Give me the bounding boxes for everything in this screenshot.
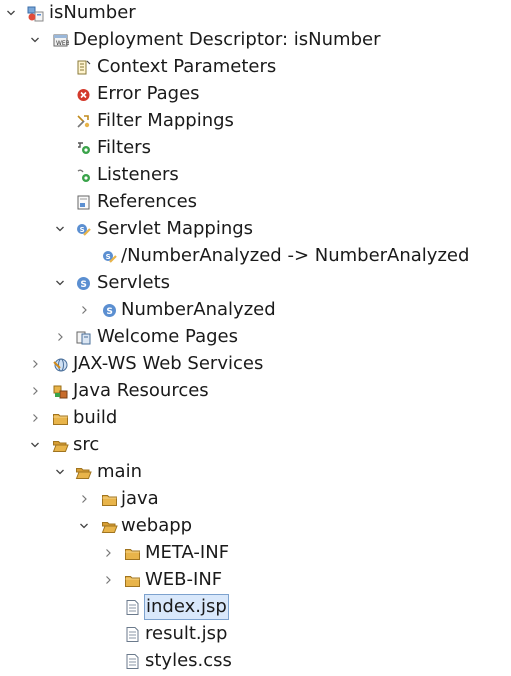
- tree-item[interactable]: result.jsp: [0, 621, 511, 648]
- chevron-down-icon[interactable]: [55, 278, 65, 288]
- tree-item-label: JAX-WS Web Services: [73, 353, 264, 374]
- tree-item-label: Filters: [97, 137, 151, 158]
- servlet-icon: S: [101, 302, 118, 319]
- tree-item[interactable]: Java Resources: [0, 378, 511, 405]
- chevron-right-icon[interactable]: [103, 548, 113, 558]
- context-parameters-icon: [75, 59, 92, 76]
- tree-item-label: styles.css: [145, 650, 232, 671]
- tree-item[interactable]: Filters: [0, 135, 511, 162]
- tree-item[interactable]: Welcome Pages: [0, 324, 511, 351]
- tree-item-label: main: [97, 461, 142, 482]
- tree-item-label: webapp: [121, 515, 193, 536]
- jax-ws-icon: [52, 356, 69, 373]
- css-file-icon: [124, 653, 141, 670]
- folder-open-icon: [52, 437, 69, 454]
- tree-item[interactable]: WEB-INF: [0, 567, 511, 594]
- references-icon: [75, 194, 92, 211]
- chevron-right-icon[interactable]: [79, 305, 89, 315]
- web-project-icon: [27, 5, 44, 22]
- tree-item[interactable]: S /NumberAnalyzed -> NumberAnalyzed: [0, 243, 511, 270]
- project-explorer-tree: isNumber WEB Deployment Descriptor: isNum…: [0, 0, 511, 676]
- tree-item-label: index.jsp: [144, 594, 229, 620]
- tree-item-label: References: [97, 191, 198, 212]
- tree-item[interactable]: Listeners: [0, 162, 511, 189]
- tree-item-label: META-INF: [145, 542, 230, 563]
- svg-text:WEB: WEB: [56, 40, 69, 47]
- tree-item-label: WEB-INF: [145, 569, 223, 590]
- welcome-pages-icon: [75, 329, 92, 346]
- java-resources-icon: [52, 383, 69, 400]
- tree-item-label: result.jsp: [145, 623, 228, 644]
- svg-text:S: S: [106, 253, 111, 261]
- error-pages-icon: [75, 86, 92, 103]
- tree-item[interactable]: build: [0, 405, 511, 432]
- tree-item-label: /NumberAnalyzed -> NumberAnalyzed: [121, 245, 470, 266]
- folder-open-icon: [75, 464, 92, 481]
- tree-item[interactable]: Error Pages: [0, 81, 511, 108]
- chevron-down-icon[interactable]: [55, 224, 65, 234]
- folder-open-icon: [101, 518, 118, 535]
- chevron-down-icon[interactable]: [79, 521, 89, 531]
- jsp-file-icon: [124, 599, 141, 616]
- tree-item[interactable]: styles.css: [0, 648, 511, 675]
- tree-item-label: Servlet Mappings: [97, 218, 254, 239]
- folder-icon: [52, 410, 69, 427]
- tree-item[interactable]: META-INF: [0, 540, 511, 567]
- tree-item-label: Listeners: [97, 164, 179, 185]
- chevron-right-icon[interactable]: [30, 413, 40, 423]
- tree-item[interactable]: main: [0, 459, 511, 486]
- tree-item[interactable]: Context Parameters: [0, 54, 511, 81]
- tree-item-label: NumberAnalyzed: [121, 299, 276, 320]
- tree-item[interactable]: Filter Mappings: [0, 108, 511, 135]
- servlets-icon: S: [75, 275, 92, 292]
- listeners-icon: [75, 167, 92, 184]
- tree-item-label: Filter Mappings: [97, 110, 234, 131]
- tree-item-label: Deployment Descriptor: isNumber: [73, 29, 381, 50]
- svg-text:S: S: [106, 307, 112, 317]
- chevron-right-icon[interactable]: [30, 386, 40, 396]
- tree-item-label: Error Pages: [97, 83, 200, 104]
- servlet-mappings-icon: S: [75, 221, 92, 238]
- tree-item[interactable]: src: [0, 432, 511, 459]
- tree-item[interactable]: isNumber: [0, 0, 511, 27]
- chevron-right-icon[interactable]: [79, 494, 89, 504]
- deployment-descriptor-icon: WEB: [52, 32, 69, 49]
- chevron-right-icon[interactable]: [30, 359, 40, 369]
- tree-item[interactable]: index.jsp: [0, 594, 511, 621]
- tree-item[interactable]: java: [0, 486, 511, 513]
- tree-item[interactable]: S Servlets: [0, 270, 511, 297]
- tree-item-label: Servlets: [97, 272, 171, 293]
- tree-item-label: build: [73, 407, 118, 428]
- servlet-mapping-icon: S: [101, 248, 118, 265]
- tree-item[interactable]: JAX-WS Web Services: [0, 351, 511, 378]
- filter-mappings-icon: [75, 113, 92, 130]
- chevron-down-icon[interactable]: [30, 440, 40, 450]
- tree-item-label: Welcome Pages: [97, 326, 239, 347]
- chevron-down-icon[interactable]: [30, 35, 40, 45]
- svg-text:S: S: [80, 226, 85, 234]
- tree-item-label: src: [73, 434, 100, 455]
- tree-item[interactable]: S NumberAnalyzed: [0, 297, 511, 324]
- filters-icon: [75, 140, 92, 157]
- folder-icon: [124, 545, 141, 562]
- chevron-right-icon[interactable]: [103, 575, 113, 585]
- svg-text:S: S: [80, 280, 86, 290]
- jsp-file-icon: [124, 626, 141, 643]
- tree-item[interactable]: WEB Deployment Descriptor: isNumber: [0, 27, 511, 54]
- tree-item[interactable]: S Servlet Mappings: [0, 216, 511, 243]
- folder-icon: [101, 491, 118, 508]
- tree-item[interactable]: webapp: [0, 513, 511, 540]
- chevron-right-icon[interactable]: [55, 332, 65, 342]
- chevron-down-icon[interactable]: [6, 8, 16, 18]
- chevron-down-icon[interactable]: [55, 467, 65, 477]
- tree-item-label: Java Resources: [73, 380, 209, 401]
- tree-item-label: isNumber: [49, 2, 136, 23]
- tree-item-label: java: [121, 488, 159, 509]
- tree-item[interactable]: References: [0, 189, 511, 216]
- tree-item-label: Context Parameters: [97, 56, 277, 77]
- folder-icon: [124, 572, 141, 589]
